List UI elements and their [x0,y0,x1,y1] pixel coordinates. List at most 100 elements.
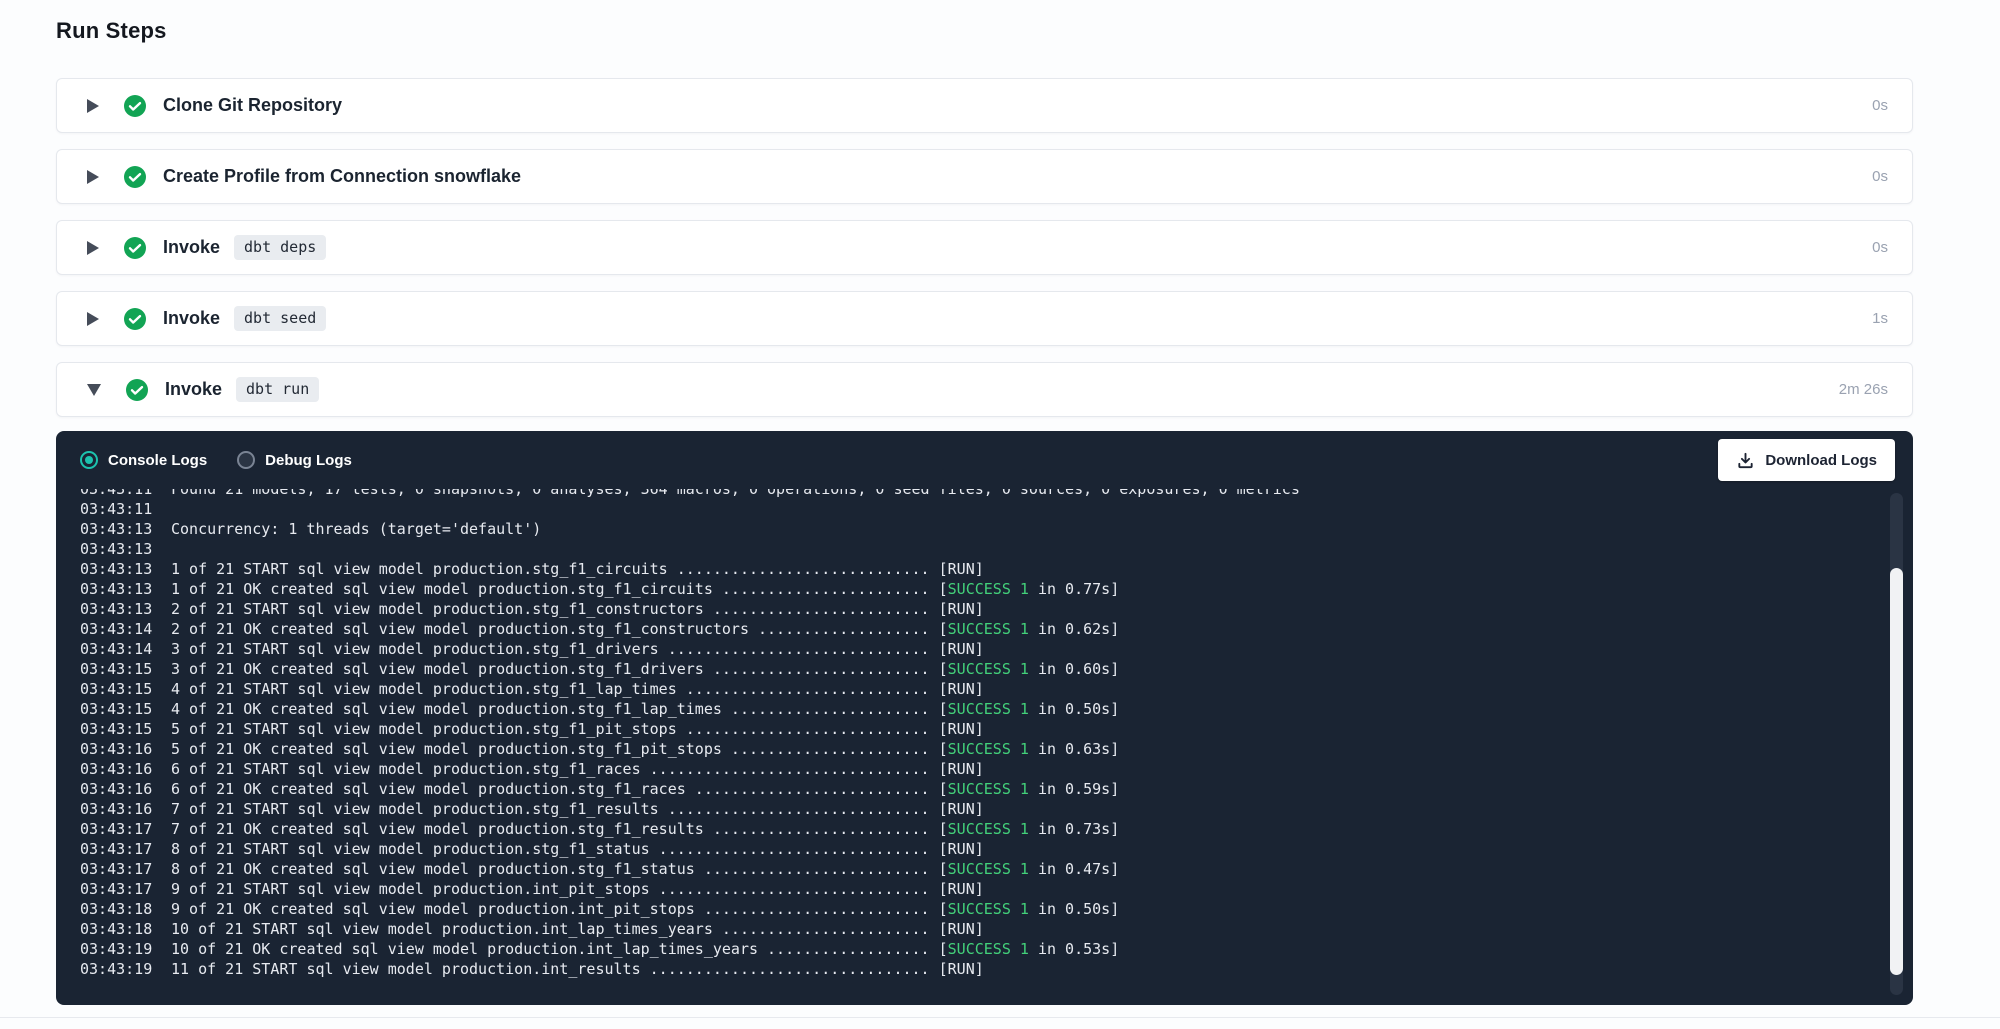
log-line: 03:43:13 Concurrency: 1 threads (target='… [80,519,1861,539]
step-duration: 1s [1872,310,1888,327]
run-step-row[interactable]: Create Profile from Connection snowflake… [56,149,1913,204]
log-timestamp: 03:43:14 [80,619,154,639]
radio-debug-logs[interactable]: Debug Logs [237,451,352,469]
log-message: 8 of 21 OK created sql view model produc… [171,859,1119,879]
radio-console-logs-label: Console Logs [108,452,207,469]
log-timestamp: 03:43:16 [80,779,154,799]
log-message: 4 of 21 OK created sql view model produc… [171,699,1119,719]
step-duration: 0s [1872,239,1888,256]
log-success-status: SUCCESS 1 [948,860,1029,878]
log-line: 03:43:13 [80,539,1861,559]
log-area: 03:43:11Found 21 models, 17 tests, 0 sna… [56,489,1913,1005]
log-timestamp: 03:43:15 [80,679,154,699]
log-success-status: SUCCESS 1 [948,660,1029,678]
run-step-row[interactable]: Clone Git Repository 0s [56,78,1913,133]
log-success-status: SUCCESS 1 [948,620,1029,638]
step-label: Invoke [163,237,220,258]
radio-dot [85,456,93,464]
log-timestamp: 03:43:18 [80,919,154,939]
success-check-icon [125,378,149,402]
log-line: 03:43:15 4 of 21 START sql view model pro… [80,679,1861,699]
log-line: 03:43:13 1 of 21 START sql view model pro… [80,559,1861,579]
log-line: 03:43:17 7 of 21 OK created sql view mode… [80,819,1861,839]
log-line: 03:43:14 3 of 21 START sql view model pro… [80,639,1861,659]
log-message: 2 of 21 OK created sql view model produc… [171,619,1119,639]
run-step-row[interactable]: Invoke dbt deps 0s [56,220,1913,275]
radio-unselected-icon [237,451,255,469]
log-message: 10 of 21 START sql view model production… [171,919,984,939]
success-check-icon [123,94,147,118]
log-line: 03:43:15 3 of 21 OK created sql view mode… [80,659,1861,679]
log-timestamp: 03:43:14 [80,639,154,659]
command-chip: dbt run [236,377,319,402]
log-message: 8 of 21 START sql view model production.… [171,839,984,859]
log-timestamp: 03:43:17 [80,839,154,859]
log-message: 1 of 21 START sql view model production.… [171,559,984,579]
log-message: 11 of 21 START sql view model production… [171,959,984,979]
log-success-status: SUCCESS 1 [948,700,1029,718]
download-icon [1736,451,1755,470]
log-success-status: SUCCESS 1 [948,900,1029,918]
log-message: 10 of 21 OK created sql view model produ… [171,939,1119,959]
log-message: 2 of 21 START sql view model production.… [171,599,984,619]
log-timestamp: 03:43:11 [80,489,154,499]
log-message: 7 of 21 OK created sql view model produc… [171,819,1119,839]
log-timestamp: 03:43:19 [80,939,154,959]
chevron-right-icon [87,312,99,326]
bottom-divider [0,1017,2000,1018]
step-label: Clone Git Repository [163,95,342,116]
log-line: 03:43:132 of 21 START sql view model pro… [80,599,1861,619]
radio-console-logs[interactable]: Console Logs [80,451,207,469]
console-scrollbar-track[interactable] [1890,493,1903,995]
step-label: Invoke [165,379,222,400]
log-lines: 03:43:11Found 21 models, 17 tests, 0 sna… [80,489,1861,979]
log-line: 03:43:131 of 21 OK created sql view mode… [80,579,1861,599]
success-check-icon [123,165,147,189]
success-check-icon [123,307,147,331]
command-chip: dbt deps [234,235,326,260]
log-message: 5 of 21 START sql view model production.… [171,719,984,739]
log-message: Concurrency: 1 threads (target='default'… [171,519,541,539]
console-logs-panel: Console Logs Debug Logs Download Logs 03… [56,431,1913,1005]
run-steps-page: Run Steps Clone Git Repository0sCreate P… [56,0,1913,1005]
run-step-row[interactable]: Invokedbt run2m 26s [56,362,1913,417]
log-timestamp: 03:43:13 [80,559,154,579]
log-message: 9 of 21 OK created sql view model produc… [171,899,1119,919]
step-label: Create Profile from Connection snowflake [163,166,521,187]
log-success-status: SUCCESS 1 [948,580,1029,598]
log-message: 6 of 21 OK created sql view model produc… [171,779,1119,799]
log-line: 03:43:15 4 of 21 OK created sql view mode… [80,699,1861,719]
step-duration: 0s [1872,97,1888,114]
run-step-row[interactable]: Invokedbt seed1s [56,291,1913,346]
log-message: 1 of 21 OK created sql view model produc… [171,579,1119,599]
download-logs-button[interactable]: Download Logs [1718,439,1895,481]
log-timestamp: 03:43:15 [80,659,154,679]
page-title: Run Steps [56,18,1913,44]
log-message: 3 of 21 OK created sql view model produc… [171,659,1119,679]
log-timestamp: 03:43:19 [80,959,154,979]
log-line: 03:43:11 [80,499,1861,519]
log-timestamp: 03:43:13 [80,519,154,539]
log-timestamp: 03:43:17 [80,819,154,839]
log-timestamp: 03:43:17 [80,859,154,879]
steps-list: Clone Git Repository0sCreate Profile fro… [56,78,1913,417]
log-message: 4 of 21 START sql view model production.… [171,679,984,699]
log-timestamp: 03:43:15 [80,699,154,719]
step-duration: 0s [1872,168,1888,185]
log-success-status: SUCCESS 1 [948,780,1029,798]
log-message: 3 of 21 START sql view model production.… [171,639,984,659]
log-line: 03:43:18 10 of 21 START sql view model pr… [80,919,1861,939]
log-timestamp: 03:43:16 [80,739,154,759]
log-line: 03:43:166 of 21 START sql view model pro… [80,759,1861,779]
log-timestamp: 03:43:16 [80,799,154,819]
console-scrollbar-thumb[interactable] [1890,568,1903,975]
radio-selected-icon [80,451,98,469]
log-timestamp: 03:43:13 [80,539,154,559]
log-line: 03:43:155 of 21 START sql view model pro… [80,719,1861,739]
log-line: 03:43:19 10 of 21 OK created sql view mod… [80,939,1861,959]
chevron-right-icon [87,241,99,255]
log-success-status: SUCCESS 1 [948,820,1029,838]
log-message: 6 of 21 START sql view model production.… [171,759,984,779]
radio-debug-logs-label: Debug Logs [265,452,352,469]
log-line: 03:43:17 8 of 21 OK created sql view mode… [80,859,1861,879]
